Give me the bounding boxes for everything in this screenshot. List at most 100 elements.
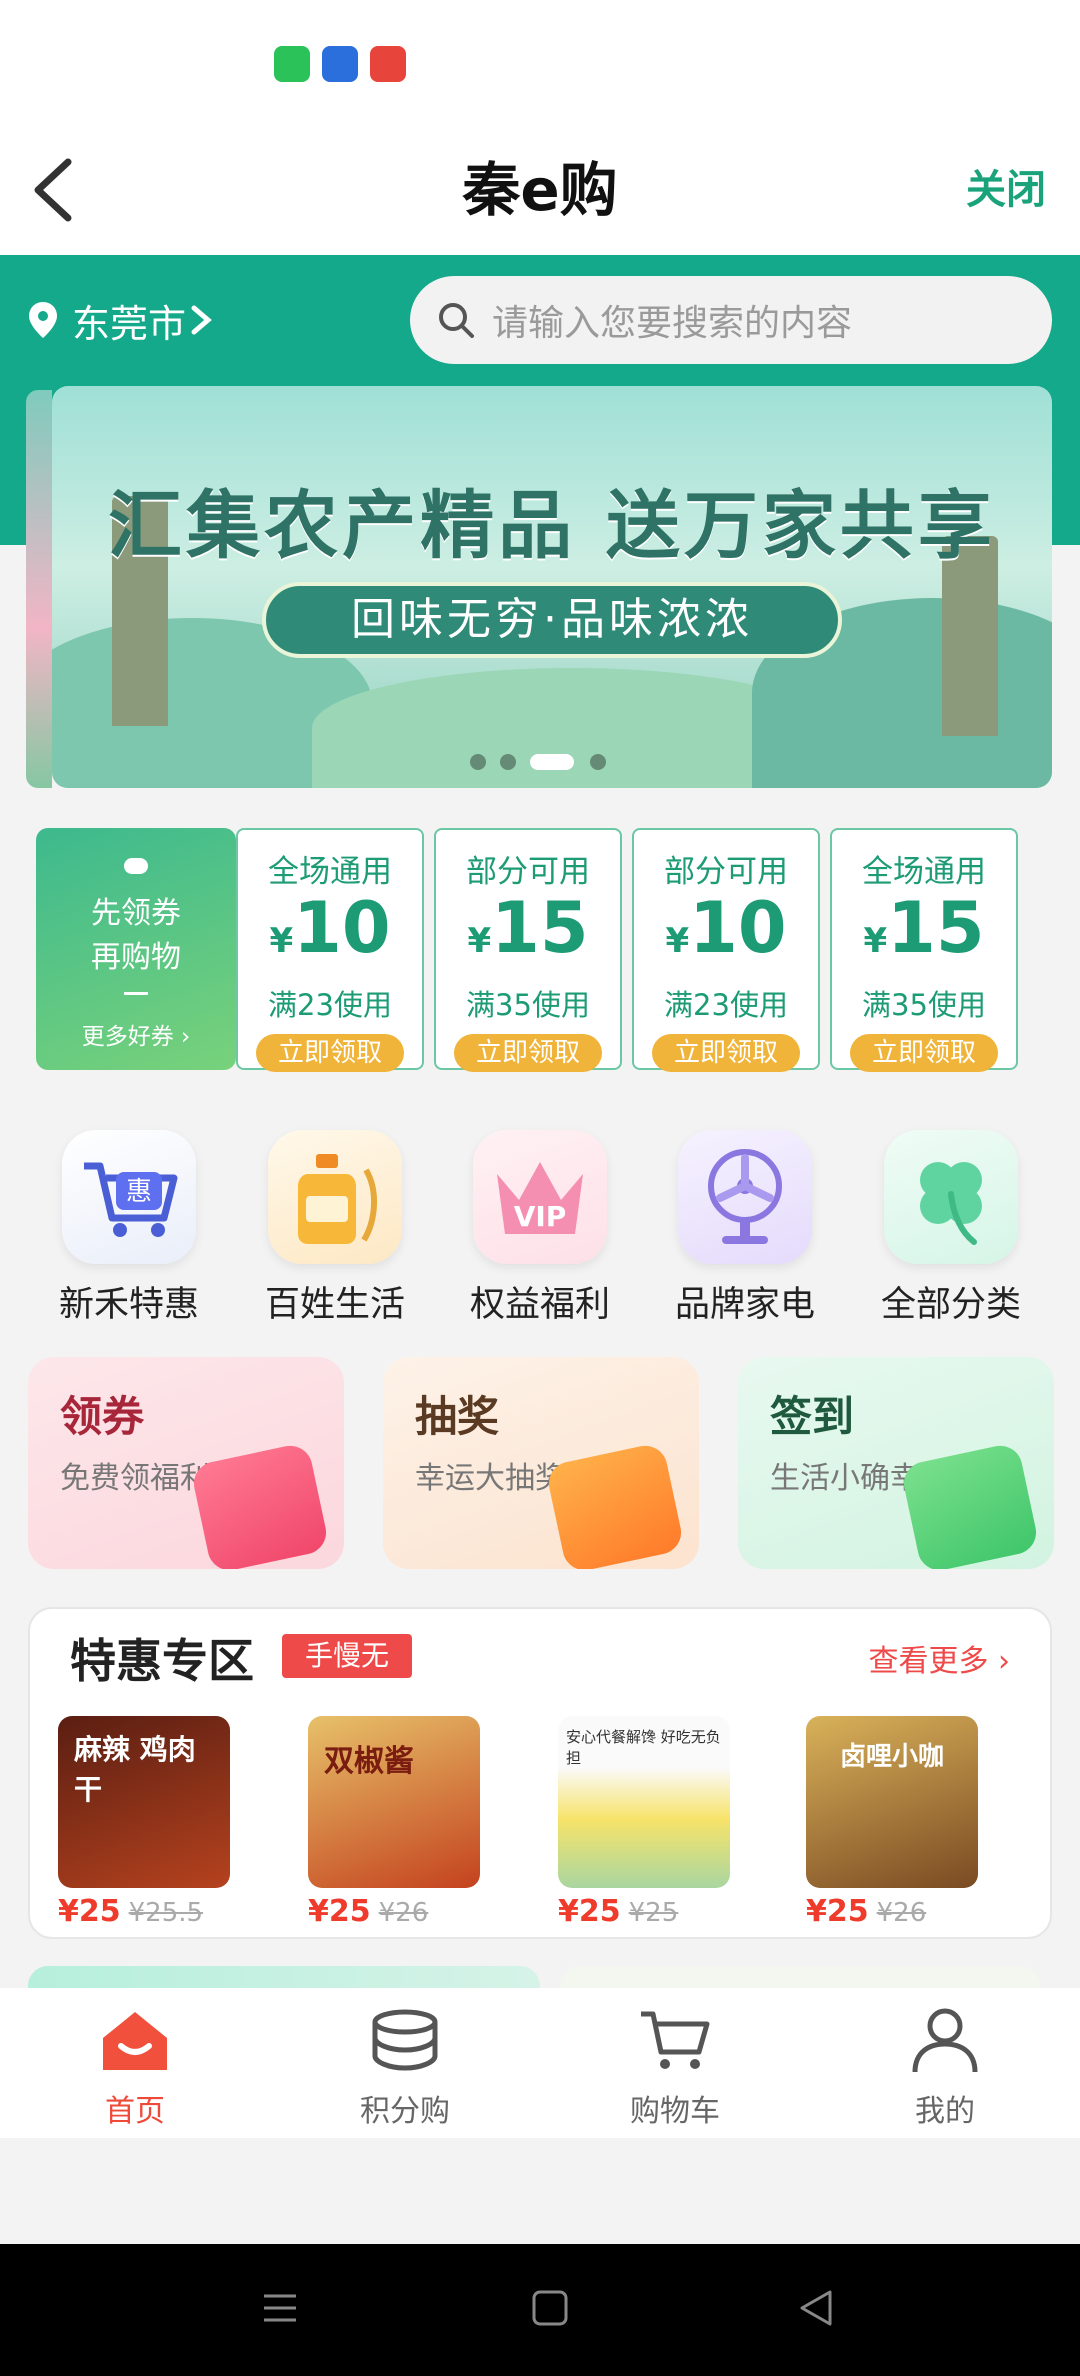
coupon-amount: ¥10 <box>238 891 422 978</box>
calendar-check-icon <box>899 1441 1041 1569</box>
location-selector[interactable]: 东莞市 <box>26 290 214 350</box>
coupon-lead-card[interactable]: 先领券 再购物 更多好券 › <box>36 828 236 1070</box>
product-image-text: 麻辣 鸡肉干 <box>74 1733 196 1806</box>
original-price: ¥26 <box>876 1898 927 1928</box>
page-title: 秦e购 <box>462 156 618 224</box>
product-card[interactable]: 双椒酱 ¥25 ¥26 <box>308 1716 480 1929</box>
clover-icon <box>884 1130 1018 1264</box>
ticket-icon <box>189 1441 331 1569</box>
product-price: ¥25 ¥26 <box>806 1894 978 1929</box>
tab-home[interactable]: 首页 <box>0 2006 270 2130</box>
baidu-notification-icon <box>322 46 358 82</box>
tab-label: 首页 <box>105 2094 165 2129</box>
category-appliances[interactable]: 品牌家电 <box>650 1130 840 1327</box>
promo-checkin-card[interactable]: 签到 生活小确幸 <box>738 1357 1054 1569</box>
product-image-text: 卤哩小咖 <box>839 1742 944 1772</box>
bottom-spacer <box>0 2138 1080 2244</box>
claim-coupon-button[interactable]: 立即领取 <box>454 1034 602 1072</box>
promo-subtitle: 幸运大抽奖 <box>415 1461 565 1496</box>
carousel-dot[interactable] <box>470 754 486 770</box>
status-bar <box>0 0 1080 140</box>
chevron-right-icon <box>191 305 212 335</box>
product-card[interactable]: 麻辣 鸡肉干 ¥25 ¥25.5 <box>58 1716 230 1929</box>
coupon-currency: ¥ <box>269 921 294 961</box>
coins-icon <box>372 2009 438 2071</box>
promo-lottery-card[interactable]: 抽奖 幸运大抽奖 <box>383 1357 699 1569</box>
product-price: ¥25 ¥25 <box>558 1894 730 1929</box>
sale-price: ¥25 <box>308 1894 371 1929</box>
back-triangle-icon[interactable] <box>796 2288 836 2328</box>
product-image: 双椒酱 <box>308 1716 480 1888</box>
coupon-condition: 满35使用 <box>466 988 590 1022</box>
carousel-dot[interactable] <box>500 754 516 770</box>
product-card[interactable]: 卤哩小咖 ¥25 ¥26 <box>806 1716 978 1929</box>
coupon-type: 全场通用 <box>268 854 392 890</box>
gift-box-icon <box>544 1441 686 1569</box>
user-icon <box>912 2008 978 2073</box>
location-pin-icon <box>29 302 57 338</box>
claim-coupon-button[interactable]: 立即领取 <box>256 1034 404 1072</box>
cart-discount-icon: 惠 <box>62 1130 196 1264</box>
menu-icon[interactable] <box>260 2288 300 2328</box>
oil-bottle-icon <box>268 1130 402 1264</box>
category-xinhe-deals[interactable]: 惠 新禾特惠 <box>34 1130 224 1327</box>
coupon-value: 15 <box>491 887 589 969</box>
coupon-amount: ¥15 <box>832 891 1016 978</box>
promo-title: 领券 <box>60 1392 145 1441</box>
product-card[interactable]: 安心代餐解馋 好吃无负担 ¥25 ¥25 <box>558 1716 730 1929</box>
tab-label: 积分购 <box>360 2094 450 2129</box>
product-image: 安心代餐解馋 好吃无负担 <box>558 1716 730 1888</box>
banner-subtitle: 回味无穷·品味浓浓 <box>262 582 842 658</box>
close-button[interactable]: 关闭 <box>966 160 1046 220</box>
vip-crown-icon: VIP <box>473 1130 607 1264</box>
banner-prev-slide[interactable] <box>26 390 52 788</box>
product-image-text: 双椒酱 <box>324 1744 414 1779</box>
original-price: ¥25 <box>628 1898 679 1928</box>
coupon-type: 部分可用 <box>466 854 590 890</box>
product-image-text: 安心代餐解馋 好吃无负担 <box>566 1728 721 1767</box>
category-label: 百姓生活 <box>264 1285 405 1325</box>
coupon-currency: ¥ <box>863 921 888 961</box>
coupon-value: 10 <box>689 887 787 969</box>
coupon-type: 全场通用 <box>862 854 986 890</box>
carousel-dot[interactable] <box>590 754 606 770</box>
coupon-card: 部分可用 ¥15 满35使用 立即领取 <box>434 828 622 1072</box>
app-notification-icon <box>370 46 406 82</box>
tab-mine[interactable]: 我的 <box>810 2006 1080 2130</box>
promo-subtitle: 生活小确幸 <box>770 1461 920 1496</box>
coupon-condition: 满23使用 <box>268 988 392 1022</box>
sale-price: ¥25 <box>806 1894 869 1929</box>
category-benefits[interactable]: VIP 权益福利 <box>445 1130 635 1327</box>
chevron-circle-icon: › <box>181 1024 191 1050</box>
claim-coupon-button[interactable]: 立即领取 <box>652 1034 800 1072</box>
coupon-value: 15 <box>887 887 985 969</box>
category-all[interactable]: 全部分类 <box>856 1130 1046 1327</box>
svg-text:惠: 惠 <box>126 1177 152 1207</box>
banner-title: 汇集农产精品 送万家共享 <box>108 483 996 569</box>
banner-carousel[interactable]: 汇集农产精品 送万家共享 回味无穷·品味浓浓 <box>52 386 1052 788</box>
claim-coupon-button[interactable]: 立即领取 <box>850 1034 998 1072</box>
home-square-icon[interactable] <box>530 2288 570 2328</box>
cart-icon <box>641 2011 710 2069</box>
coupon-lead-line2: 再购物 <box>91 940 181 975</box>
category-daily-life[interactable]: 百姓生活 <box>240 1130 430 1327</box>
promo-subtitle: 免费领福利 <box>60 1461 210 1496</box>
carousel-dot-active[interactable] <box>530 754 574 770</box>
coupon-card: 部分可用 ¥10 满23使用 立即领取 <box>632 828 820 1072</box>
category-label: 权益福利 <box>469 1285 610 1325</box>
more-coupons-link[interactable]: 更多好券 › <box>36 1017 236 1051</box>
view-more-label: 查看更多 <box>868 1644 989 1679</box>
original-price: ¥26 <box>378 1898 429 1928</box>
category-label: 品牌家电 <box>674 1285 815 1325</box>
promo-coupon-card[interactable]: 领券 免费领福利 <box>28 1357 344 1569</box>
home-icon <box>103 2012 167 2070</box>
search-input[interactable]: 请输入您要搜索的内容 <box>410 276 1052 364</box>
coupon-card: 全场通用 ¥10 满23使用 立即领取 <box>236 828 424 1072</box>
sale-price: ¥25 <box>58 1894 121 1929</box>
tab-points[interactable]: 积分购 <box>270 2006 540 2130</box>
promo-title: 抽奖 <box>415 1392 500 1441</box>
promo-title: 签到 <box>770 1392 855 1441</box>
tab-cart[interactable]: 购物车 <box>540 2006 810 2130</box>
product-image: 麻辣 鸡肉干 <box>58 1716 230 1888</box>
view-more-link[interactable]: 查看更多 › <box>868 1636 1010 1680</box>
